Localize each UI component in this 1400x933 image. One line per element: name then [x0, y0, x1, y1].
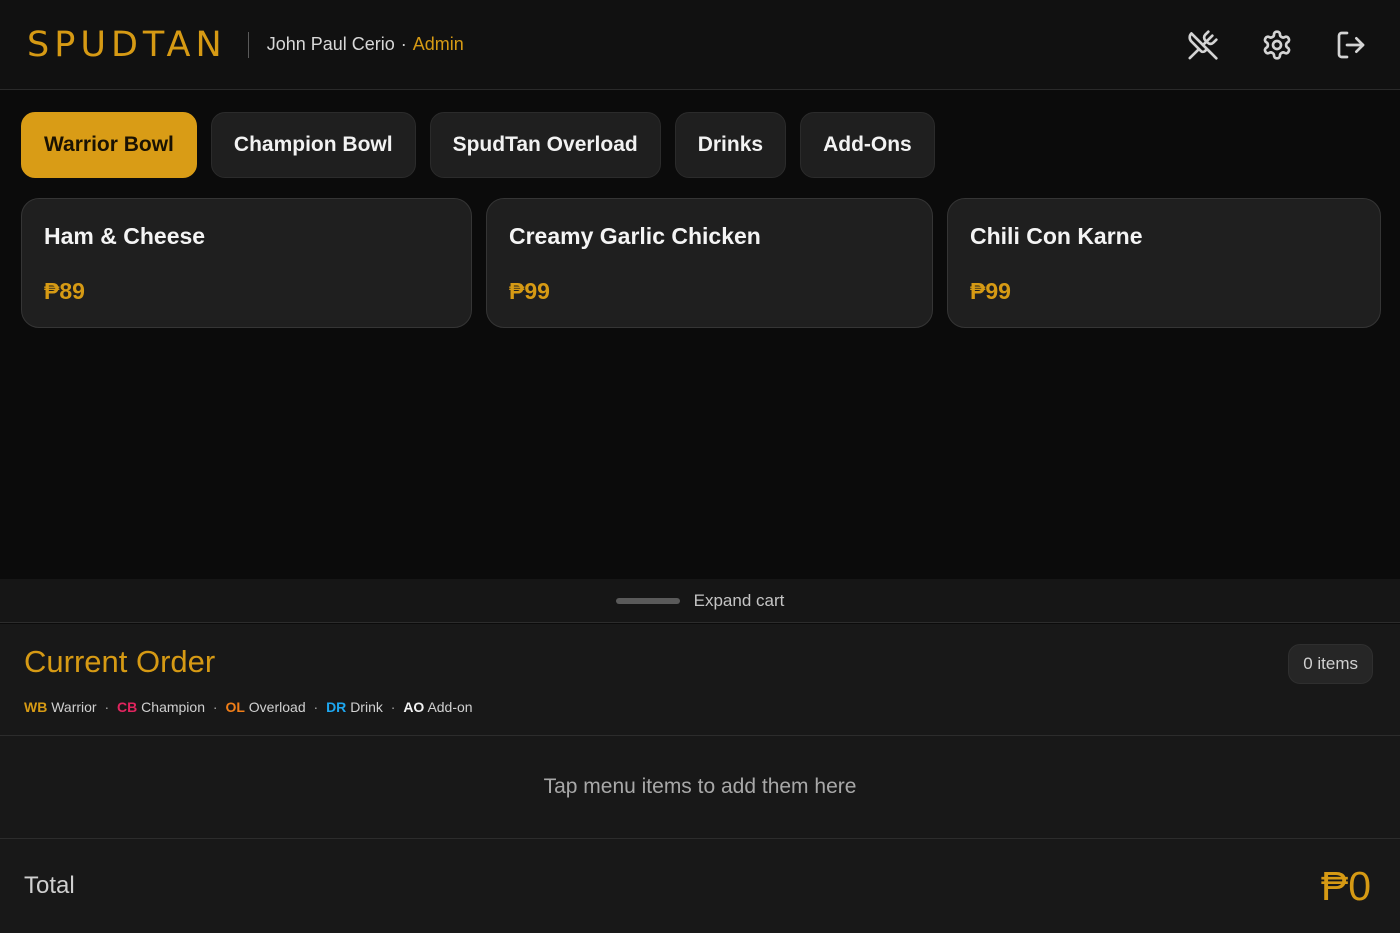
user-role: Admin	[412, 34, 464, 54]
gear-icon	[1263, 29, 1291, 60]
legend-separator: ·	[104, 699, 110, 715]
legend-separator: ·	[390, 699, 396, 715]
settings-button[interactable]	[1256, 24, 1298, 66]
menu-item-card[interactable]: Ham & Cheese ₱89	[21, 198, 472, 328]
tab-drinks[interactable]: Drinks	[674, 112, 787, 178]
legend-separator: ·	[313, 699, 319, 715]
menu-item-card[interactable]: Chili Con Karne ₱99	[947, 198, 1381, 328]
tab-spudtan-overload[interactable]: SpudTan Overload	[429, 112, 661, 178]
legend-label: Warrior	[51, 699, 97, 715]
header-divider	[247, 31, 249, 58]
menu-item-card[interactable]: Creamy Garlic Chicken ₱99	[486, 198, 933, 328]
logout-button[interactable]	[1330, 24, 1372, 66]
cart-title: Current Order	[24, 644, 216, 679]
menu-item-price: ₱89	[44, 278, 85, 304]
total-row: Total ₱0	[0, 839, 1400, 933]
legend-label: Drink	[350, 699, 383, 715]
logout-icon	[1337, 31, 1365, 58]
category-legend: WB Warrior · CB Champion · OL Overload ·…	[24, 699, 473, 715]
tab-warrior-bowl[interactable]: Warrior Bowl	[21, 112, 197, 178]
menu-item-price: ₱99	[509, 278, 550, 304]
item-count-badge: 0 items	[1288, 644, 1373, 684]
total-label: Total	[24, 872, 75, 899]
menu-item-price: ₱99	[970, 278, 1011, 304]
legend-code: WB	[24, 699, 48, 715]
app-header: SPUDTAN John Paul Cerio · Admin	[0, 0, 1400, 90]
legend-code: OL	[225, 699, 245, 715]
menu-item-name: Creamy Garlic Chicken	[509, 223, 761, 249]
legend-separator: ·	[212, 699, 218, 715]
cart-panel: Current Order 0 items WB Warrior · CB Ch…	[0, 624, 1400, 933]
legend-label: Add-on	[427, 699, 473, 715]
tab-champion-bowl[interactable]: Champion Bowl	[210, 112, 416, 178]
cart-header: Current Order 0 items WB Warrior · CB Ch…	[0, 624, 1400, 736]
cart-empty-message: Tap menu items to add them here	[0, 736, 1400, 839]
header-actions	[1182, 24, 1372, 66]
legend-code: DR	[326, 699, 347, 715]
category-tabs: Warrior Bowl Champion Bowl SpudTan Overl…	[21, 112, 935, 178]
utensils-crossed-icon	[1188, 29, 1218, 60]
expand-cart-label: Expand cart	[693, 590, 785, 610]
user-info: John Paul Cerio · Admin	[267, 34, 464, 55]
menu-item-name: Ham & Cheese	[44, 223, 206, 249]
tab-add-ons[interactable]: Add-Ons	[800, 112, 935, 178]
drag-handle[interactable]	[615, 597, 680, 604]
legend-code: CB	[117, 699, 138, 715]
legend-label: Overload	[248, 699, 306, 715]
user-name: John Paul Cerio	[266, 34, 395, 54]
menu-item-name: Chili Con Karne	[970, 223, 1143, 249]
menu-grid: Ham & Cheese ₱89 Creamy Garlic Chicken ₱…	[21, 198, 1382, 328]
expand-cart-button[interactable]: Expand cart	[0, 579, 1400, 623]
legend-code: AO	[403, 699, 425, 715]
legend-label: Champion	[141, 699, 205, 715]
user-separator: ·	[400, 34, 407, 54]
total-value: ₱0	[1320, 862, 1371, 909]
brand-logo: SPUDTAN	[27, 24, 227, 65]
menu-manager-button[interactable]	[1182, 24, 1224, 66]
